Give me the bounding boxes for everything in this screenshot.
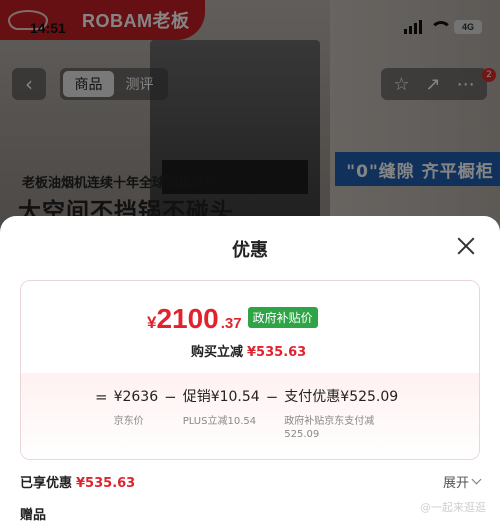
price-integer: 2100: [156, 303, 219, 334]
equals-sign: =: [95, 388, 108, 406]
currency-symbol: ¥: [147, 313, 157, 332]
price-breakdown: = ¥2636 京东价 − 促销¥10.54 PLUS立减10.54 − 支付优…: [21, 373, 479, 459]
breakdown-term-promotion: 促销¥10.54 PLUS立减10.54: [182, 389, 260, 427]
gov-subsidy-badge: 政府补贴价: [247, 307, 318, 328]
discount-sheet: 优惠 ¥ 2100 .37 政府补贴价 购买立减 ¥535.63 = ¥2636 …: [0, 216, 500, 525]
instant-discount: 购买立减 ¥535.63: [191, 345, 307, 360]
chevron-down-icon: [471, 474, 482, 485]
final-price: ¥ 2100 .37 政府补贴价: [147, 303, 318, 335]
enjoyed-discount: 已享优惠 ¥535.63: [20, 476, 136, 491]
expand-button[interactable]: 展开: [443, 472, 482, 491]
minus-sign: −: [164, 388, 177, 406]
breakdown-term-payment: 支付优惠¥525.09 政府补贴京东支付减525.09: [284, 389, 399, 440]
price-decimal: .37: [220, 315, 242, 332]
gift-label: 赠品: [20, 508, 47, 523]
sheet-title: 优惠: [232, 240, 268, 261]
close-icon[interactable]: [456, 236, 476, 256]
breakdown-term-jd-price: ¥2636 京东价: [113, 389, 159, 427]
price-card: ¥ 2100 .37 政府补贴价 购买立减 ¥535.63 = ¥2636 京东价…: [20, 280, 480, 460]
price-summary: ¥ 2100 .37 政府补贴价 购买立减 ¥535.63: [21, 281, 479, 373]
minus-sign: −: [265, 388, 279, 406]
watermark: @一起来逛逛: [420, 501, 486, 514]
